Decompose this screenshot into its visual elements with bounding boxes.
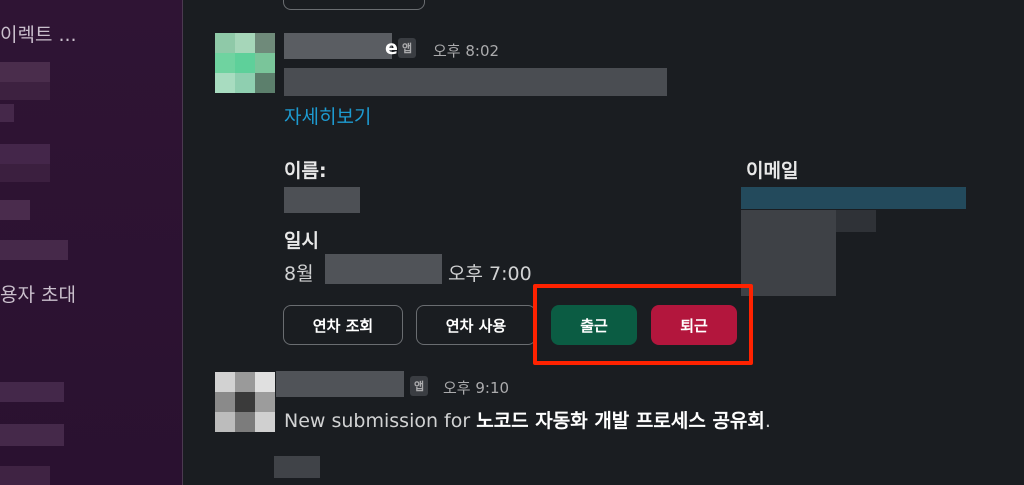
blurred-sidebar-item	[0, 104, 14, 122]
leave-lookup-button[interactable]: 연차 조회	[283, 305, 403, 345]
avatar[interactable]	[215, 33, 275, 93]
blurred-sidebar-item	[0, 164, 50, 182]
blurred-sidebar-item	[0, 240, 68, 260]
blurred-date-value	[325, 254, 442, 284]
date-prefix: 8월	[284, 263, 314, 285]
sender-name-suffix: e	[385, 37, 398, 59]
blurred-sidebar-item	[0, 424, 64, 446]
message-timestamp[interactable]: 오후 9:10	[443, 377, 509, 398]
email-field-label: 이메일	[746, 160, 799, 182]
details-link[interactable]: 자세히보기	[284, 102, 371, 129]
blurred-sidebar-item	[0, 62, 50, 82]
blurred-sidebar-item	[0, 466, 50, 485]
blurred-email-extra	[741, 210, 836, 296]
blurred-message-text	[284, 68, 667, 96]
time-value: 오후 7:00	[448, 263, 532, 285]
sidebar-item-direct-messages[interactable]: 이렉트 ...	[0, 20, 77, 47]
blurred-attachment	[274, 456, 320, 478]
blurred-sidebar-item	[0, 200, 30, 220]
blurred-sidebar-item	[0, 144, 50, 164]
blurred-sidebar-item	[0, 82, 50, 100]
blurred-name-value	[284, 187, 360, 213]
app-badge: 앱	[398, 38, 417, 58]
sidebar: 이렉트 ... 용자 초대	[0, 0, 183, 485]
blurred-sender-name[interactable]	[284, 33, 392, 59]
previous-message-button[interactable]	[283, 0, 425, 10]
avatar[interactable]	[215, 372, 275, 432]
name-field-label: 이름:	[284, 160, 327, 182]
blurred-sidebar-item	[0, 382, 64, 402]
submission-event-name: 노코드 자동화 개발 프로세스 공유회	[476, 410, 765, 432]
blurred-email-value	[741, 187, 966, 209]
submission-text-suffix: .	[764, 410, 771, 432]
submission-text-prefix: New submission for	[284, 410, 477, 432]
leave-use-button[interactable]: 연차 사용	[416, 305, 536, 345]
message-timestamp[interactable]: 오후 8:02	[433, 40, 499, 61]
blurred-email-extra	[836, 210, 876, 232]
highlight-annotation-box	[533, 284, 753, 365]
submission-message-text: New submission for 노코드 자동화 개발 프로세스 공유회.	[284, 406, 771, 433]
app-badge: 앱	[410, 376, 429, 396]
sidebar-item-invite-users[interactable]: 용자 초대	[0, 280, 76, 307]
blurred-sender-name[interactable]	[276, 371, 404, 397]
datetime-field-label: 일시	[284, 230, 319, 252]
